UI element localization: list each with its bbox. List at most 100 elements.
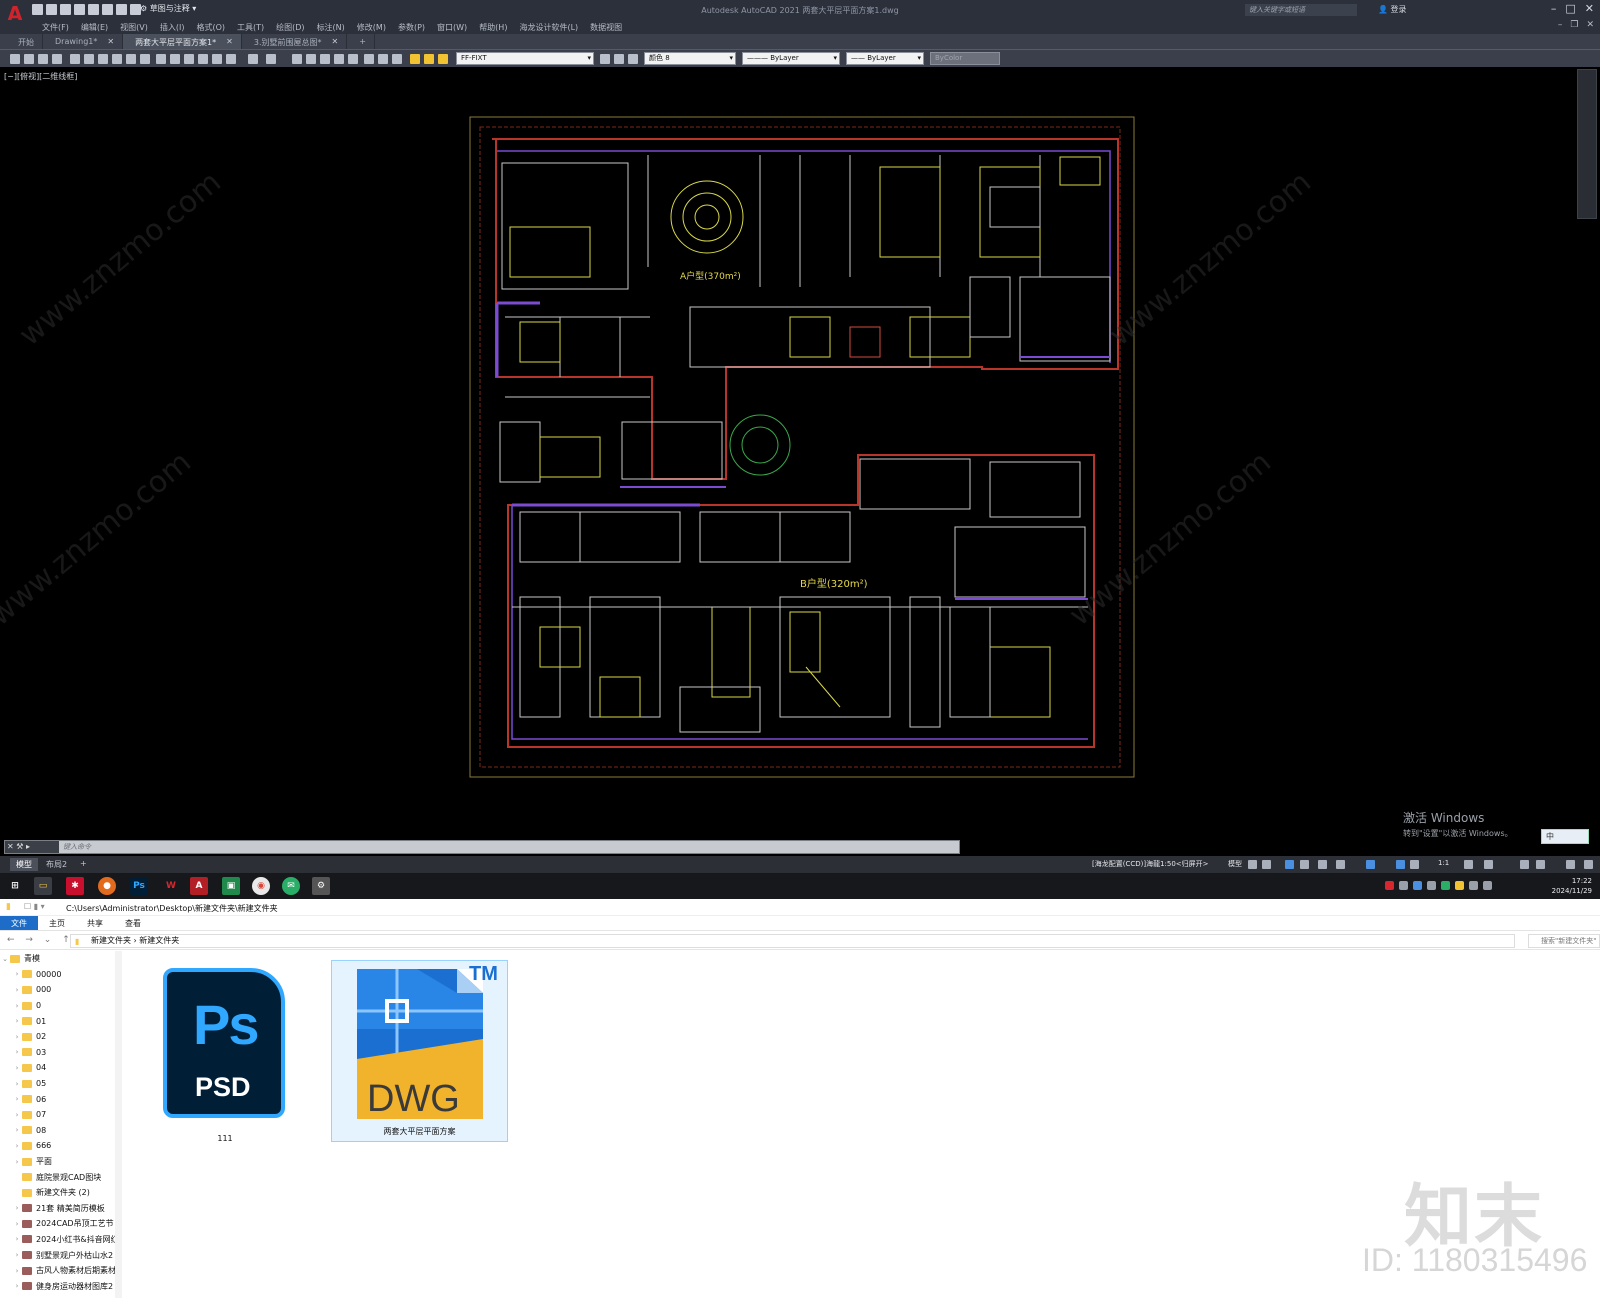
wps-icon[interactable]: W (162, 877, 180, 895)
address-bar[interactable]: ▮ 新建文件夹 › 新建文件夹 (70, 934, 1515, 948)
tree-item[interactable]: › 000 (0, 982, 121, 998)
expand-chevron-icon[interactable]: › (12, 970, 22, 978)
tree-item[interactable]: › 平面 (0, 1154, 121, 1170)
scale-label[interactable]: 1:1 (1438, 859, 1449, 867)
expand-chevron-icon[interactable]: › (12, 1048, 22, 1056)
autocad-icon[interactable]: A (190, 877, 208, 895)
psd-file-item[interactable]: Ps PSD 111 (160, 968, 290, 1143)
tree-item[interactable]: › 古风人物素材后期素材 (0, 1263, 121, 1279)
tray-app-icon[interactable] (1399, 881, 1408, 890)
navigation-pane-scrollbar[interactable] (115, 951, 122, 1298)
file-tab[interactable]: 开始 (6, 34, 43, 49)
tree-item[interactable]: › 03 (0, 1045, 121, 1061)
dwg-file-item[interactable]: DWG TM 两套大平层平面方案 (331, 960, 508, 1142)
tree-item[interactable]: › 06 (0, 1091, 121, 1107)
expand-chevron-icon[interactable]: › (12, 1158, 22, 1166)
table-icon[interactable] (184, 54, 194, 64)
file-tab[interactable]: 两套大平层平面方案1* ✕ (123, 34, 242, 49)
quick-access-icon[interactable]: ☐ ▮ ▾ (24, 902, 45, 911)
new-tab-icon[interactable]: + (347, 34, 375, 49)
text-icon[interactable] (198, 54, 208, 64)
file-explorer-icon[interactable]: ▭ (34, 877, 52, 895)
customization-icon[interactable] (1584, 860, 1593, 869)
help-search-input[interactable]: 键入关键字或短语 (1245, 4, 1357, 16)
firefox-icon[interactable]: ● (98, 877, 116, 895)
remote-desktop-icon[interactable]: ▣ (222, 877, 240, 895)
hardware-acceleration-icon[interactable] (1520, 860, 1529, 869)
tray-app-icon[interactable] (1413, 881, 1422, 890)
tree-item[interactable]: › 0 (0, 998, 121, 1014)
save-icon[interactable] (38, 54, 48, 64)
tree-item[interactable]: › 别墅景观户外枯山水2 (0, 1247, 121, 1263)
ortho-icon[interactable] (1285, 860, 1294, 869)
layer-lock-icon[interactable] (438, 54, 448, 64)
network-icon[interactable] (1469, 881, 1478, 890)
tab-layout2[interactable]: 布局2 (40, 858, 73, 871)
tree-item[interactable]: › 07 (0, 1107, 121, 1123)
menu-item[interactable]: 海龙设计软件(L) (513, 20, 584, 34)
undo-icon[interactable] (248, 54, 258, 64)
navigation-arrows-icon[interactable]: ← → ⌄ ↑ (7, 935, 74, 945)
ribbon-tab[interactable]: 文件 (0, 916, 38, 930)
menu-item[interactable]: 帮助(H) (473, 20, 513, 34)
navigation-bar[interactable] (1577, 69, 1597, 219)
block-icon[interactable] (156, 54, 166, 64)
ps-icon[interactable]: Ps (130, 877, 148, 895)
layer-previous-icon[interactable] (614, 54, 624, 64)
menu-item[interactable]: 格式(O) (190, 20, 231, 34)
expand-chevron-icon[interactable]: › (12, 986, 22, 994)
expand-chevron-icon[interactable]: › (12, 1142, 22, 1150)
xref-icon[interactable] (226, 54, 236, 64)
wechat-icon[interactable]: ✉ (282, 877, 300, 895)
minimize-icon[interactable]: – (1551, 2, 1557, 15)
tree-item[interactable]: › 健身房运动器材图库2 (0, 1278, 121, 1294)
menu-item[interactable]: 标注(N) (311, 20, 351, 34)
expand-chevron-icon[interactable]: › (12, 1204, 22, 1212)
tray-app-icon[interactable] (1385, 881, 1394, 890)
tree-item[interactable]: › 01 (0, 1013, 121, 1029)
menu-item[interactable]: 工具(T) (231, 20, 270, 34)
grid-icon[interactable] (1248, 860, 1257, 869)
tree-item[interactable]: ⌄ 青模 (0, 951, 121, 967)
fullscreen-icon[interactable] (1566, 860, 1575, 869)
doc-close-icon[interactable]: ✕ (1586, 20, 1594, 30)
doc-minimize-icon[interactable]: – (1558, 20, 1563, 30)
properties-icon[interactable] (348, 54, 358, 64)
start-icon[interactable]: ⊞ (6, 877, 24, 895)
linetype-combo[interactable]: ——— ByLayer ▾ (742, 52, 840, 65)
pan-icon[interactable] (292, 54, 302, 64)
otrack-icon[interactable] (1336, 860, 1345, 869)
close-tab-icon[interactable]: ✕ (107, 37, 114, 49)
model-space-toggle[interactable]: 模型 (1228, 859, 1242, 869)
tree-item[interactable]: › 02 (0, 1029, 121, 1045)
annotation-scale-status[interactable]: [海龙配置(CCD)]海龍1:50<归屏开> (1092, 859, 1209, 869)
hatch-icon[interactable] (170, 54, 180, 64)
command-line[interactable]: ✕ ⚒ ▸ 键入命令 (4, 840, 960, 854)
plotstyle-combo[interactable]: ByColor (930, 52, 1000, 65)
tool-palette-icon[interactable] (378, 54, 388, 64)
tray-wechat-icon[interactable] (1441, 881, 1450, 890)
tree-item[interactable]: › 666 (0, 1138, 121, 1154)
tree-item[interactable]: › 21套 精美简历模板 (0, 1201, 121, 1217)
zoom-realtime-icon[interactable] (306, 54, 316, 64)
tree-item[interactable]: 新建文件夹 (2) (0, 1185, 121, 1201)
tree-item[interactable]: › 2024CAD吊顶工艺节 (0, 1216, 121, 1232)
explorer-search-input[interactable]: 搜索"新建文件夹" (1528, 934, 1600, 948)
ribbon-tab[interactable]: 主页 (38, 916, 76, 930)
ime-indicator[interactable]: 中 (1541, 829, 1589, 844)
workspace-gear-icon[interactable] (1464, 860, 1473, 869)
command-line-buttons[interactable]: ✕ ⚒ ▸ (5, 841, 59, 853)
menu-item[interactable]: 插入(I) (154, 20, 191, 34)
menu-item[interactable]: 窗口(W) (431, 20, 473, 34)
tree-item[interactable]: › 05 (0, 1076, 121, 1092)
expand-chevron-icon[interactable]: › (12, 1033, 22, 1041)
image-icon[interactable] (212, 54, 222, 64)
expand-chevron-icon[interactable]: › (12, 1235, 22, 1243)
add-layout-icon[interactable]: + (74, 858, 93, 871)
match-properties-icon[interactable] (140, 54, 150, 64)
volume-icon[interactable] (1483, 881, 1492, 890)
copy-icon[interactable] (112, 54, 122, 64)
model-space-canvas[interactable]: A户型(370m²) B户型(320m²) www.znzmo.com www.… (0, 67, 1600, 839)
viewport-controls[interactable]: [−][俯视][二维线框] (4, 71, 77, 82)
layer-match-icon[interactable] (628, 54, 638, 64)
